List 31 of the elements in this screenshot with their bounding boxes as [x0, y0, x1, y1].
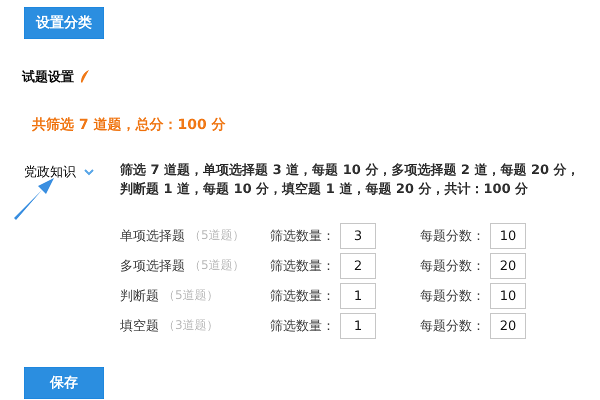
category-name: 党政知识 — [24, 164, 76, 181]
score-field[interactable]: 20 — [490, 313, 526, 339]
score-label: 每题分数： — [420, 288, 486, 305]
arrow-icon — [12, 178, 54, 220]
count-field[interactable]: 1 — [340, 313, 376, 339]
question-type: 填空题 — [120, 318, 159, 335]
count-label: 筛选数量： — [270, 258, 336, 275]
question-count: （5道题） — [189, 227, 245, 244]
count-field[interactable]: 2 — [340, 253, 376, 279]
feather-icon — [80, 70, 90, 84]
score-field[interactable]: 20 — [490, 253, 526, 279]
category-summary: 筛选 7 道题，单项选择题 3 道，每题 10 分，多项选择题 2 道，每题 20 分，判断题 1 道，每题 10 分，填空题 1 道，每题 20 分，共计：100 分 — [120, 162, 580, 199]
score-field[interactable]: 10 — [490, 283, 526, 309]
count-label: 筛选数量： — [270, 288, 336, 305]
score-label: 每题分数： — [420, 258, 486, 275]
total-summary: 共筛选 7 道题，总分：100 分 — [32, 116, 227, 134]
question-count: （3道题） — [163, 317, 219, 334]
score-label: 每题分数： — [420, 228, 486, 245]
score-field[interactable]: 10 — [490, 223, 526, 249]
score-label: 每题分数： — [420, 318, 486, 335]
question-count: （5道题） — [163, 287, 219, 304]
section-title: 试题设置 — [22, 69, 74, 86]
count-label: 筛选数量： — [270, 318, 336, 335]
question-type: 多项选择题 — [120, 258, 185, 275]
chevron-icon[interactable] — [84, 167, 94, 177]
question-count: （5道题） — [189, 257, 245, 274]
count-field[interactable]: 1 — [340, 283, 376, 309]
question-type: 单项选择题 — [120, 228, 185, 245]
count-label: 筛选数量： — [270, 228, 336, 245]
question-type: 判断题 — [120, 288, 159, 305]
count-field[interactable]: 3 — [340, 223, 376, 249]
